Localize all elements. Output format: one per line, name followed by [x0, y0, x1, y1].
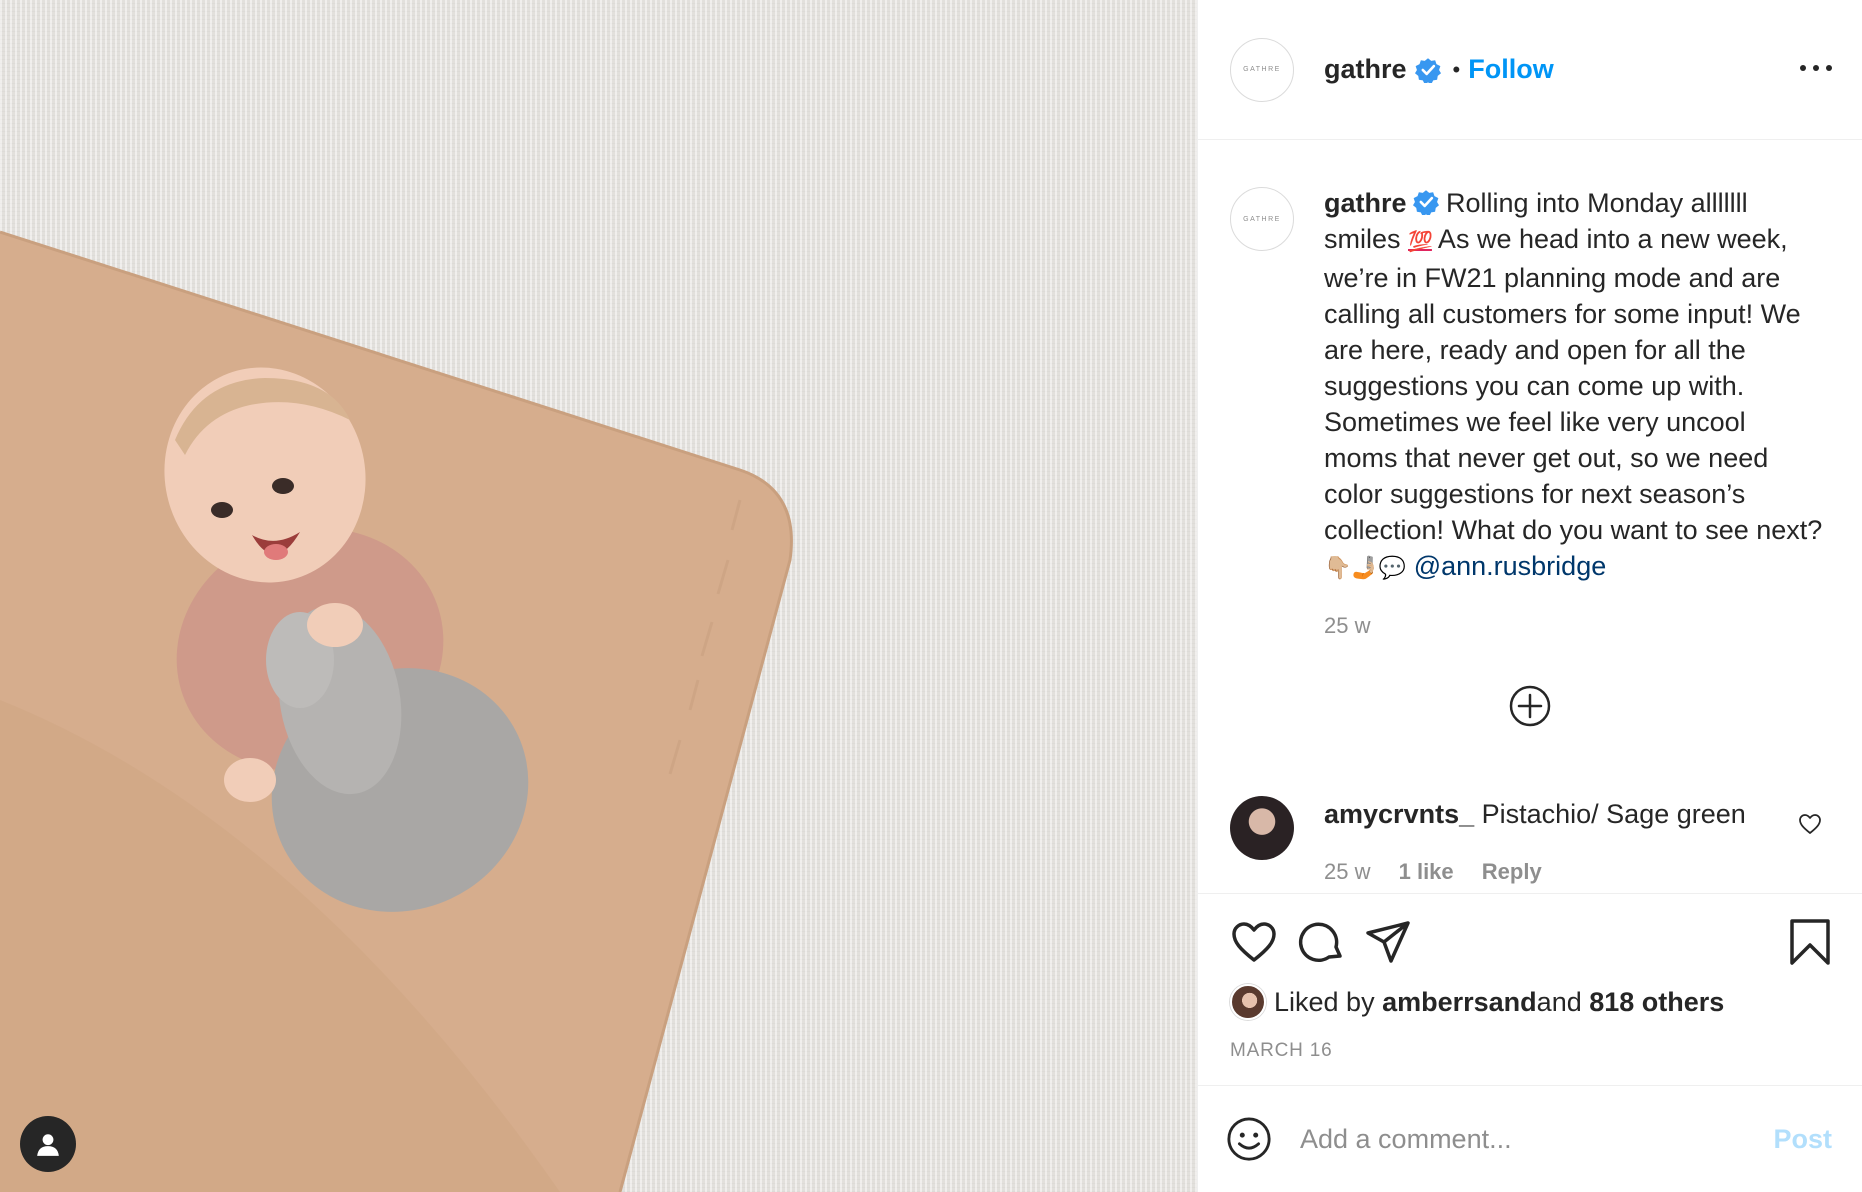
comment-icon[interactable] [1298, 918, 1346, 966]
commenter-avatar[interactable] [1230, 796, 1294, 860]
share-icon[interactable] [1364, 918, 1412, 966]
post-comment-button[interactable]: Post [1767, 1123, 1838, 1156]
comment-meta: 25 w 1 like Reply [1324, 854, 1804, 890]
caption-text-part2: As we head into a new week, we’re in FW2… [1324, 224, 1823, 545]
author-username[interactable]: gathre [1324, 54, 1407, 85]
commenter-username[interactable]: amycrvnts_ [1324, 799, 1474, 829]
comment-item: amycrvnts_ Pistachio/ Sage green 25 w 1 … [1230, 796, 1832, 890]
baby-tongue [264, 544, 288, 560]
hundred-emoji: 💯 [1408, 231, 1433, 253]
baby-photo [0, 230, 793, 1192]
baby-hand-right [307, 603, 363, 647]
emoji-icon[interactable] [1226, 1116, 1272, 1162]
user-tag-button[interactable] [20, 1116, 76, 1172]
header-separator: • [1452, 56, 1461, 82]
comments-area[interactable]: GATHRE gathre Rolling into Monday alllll… [1198, 141, 1862, 893]
comment-text: Pistachio/ Sage green [1474, 799, 1746, 829]
likes-count[interactable]: 818 others [1589, 987, 1724, 1018]
caption-username[interactable]: gathre [1324, 188, 1407, 218]
action-bar [1230, 918, 1832, 966]
post-caption: GATHRE gathre Rolling into Monday alllll… [1230, 185, 1832, 644]
bookmark-icon[interactable] [1788, 918, 1832, 966]
more-options-icon[interactable] [1800, 56, 1832, 80]
liker-avatar[interactable] [1230, 984, 1266, 1020]
add-comment-form: Post [1198, 1085, 1862, 1192]
user-tag-icon [37, 1134, 59, 1156]
post-actions-section: Liked by amberrsand and 818 others MARCH… [1198, 893, 1862, 1085]
comment-body: amycrvnts_ Pistachio/ Sage green 25 w 1 … [1324, 796, 1804, 890]
caption-body: gathre Rolling into Monday alllllll smil… [1324, 185, 1824, 644]
load-more-comments-icon [1509, 685, 1551, 727]
post-date[interactable]: MARCH 16 [1230, 1040, 1332, 1062]
baby-eye-left [211, 502, 233, 518]
reply-button[interactable]: Reply [1482, 859, 1542, 884]
like-heart-icon[interactable] [1230, 918, 1278, 966]
load-more-comments-button[interactable] [1198, 685, 1862, 727]
follow-button[interactable]: Follow [1468, 54, 1553, 85]
post-header: GATHRE gathre • Follow [1198, 0, 1862, 140]
liker-username[interactable]: amberrsand [1382, 987, 1537, 1018]
baby-hand-left [224, 758, 276, 802]
post-details-panel: GATHRE gathre • Follow GATHRE gathre Rol… [1197, 0, 1862, 1192]
author-avatar[interactable]: GATHRE [1230, 37, 1294, 102]
liked-by-prefix: Liked by [1274, 986, 1375, 1017]
caption-time[interactable]: 25 w [1324, 608, 1824, 644]
caption-avatar-text: GATHRE [1243, 215, 1281, 223]
mention-link[interactable]: @ann.rusbridge [1414, 551, 1607, 581]
verified-badge-icon [1412, 190, 1439, 215]
author-avatar-text: GATHRE [1243, 66, 1281, 73]
comment-input[interactable] [1298, 1122, 1768, 1156]
comment-time[interactable]: 25 w [1324, 859, 1370, 884]
liked-by: Liked by amberrsand and 818 others [1230, 984, 1724, 1020]
baby-eye-right [272, 478, 294, 494]
caption-author-avatar[interactable]: GATHRE [1230, 187, 1294, 251]
instagram-post: GATHRE gathre • Follow GATHRE gathre Rol… [0, 0, 1862, 1192]
verified-badge-icon [1414, 57, 1441, 83]
emoji-chain: 👇🏼🤳🏼💬 [1324, 555, 1407, 580]
comment-likes[interactable]: 1 like [1399, 859, 1454, 884]
heart-icon[interactable] [1798, 812, 1822, 836]
post-image[interactable] [0, 0, 1197, 1192]
liked-by-middle: and [1536, 986, 1582, 1017]
